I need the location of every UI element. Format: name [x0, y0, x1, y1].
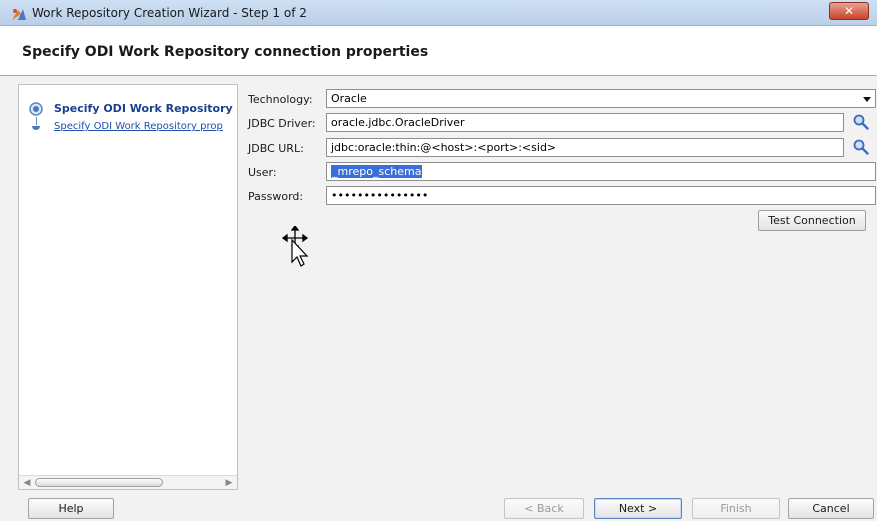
search-icon[interactable] — [852, 138, 870, 156]
jdbc-driver-value: oracle.jdbc.OracleDriver — [331, 116, 465, 129]
page-title: Specify ODI Work Repository connection p… — [22, 44, 429, 60]
back-button[interactable]: < Back — [504, 498, 584, 519]
step-label: Specify ODI Work Repository — [54, 102, 233, 115]
next-button[interactable]: Next > — [594, 498, 682, 519]
jdbc-url-label: JDBC URL: — [248, 142, 304, 155]
chevron-down-icon[interactable] — [863, 97, 871, 102]
step-specify-properties[interactable]: Specify ODI Work Repository prop — [19, 119, 237, 135]
password-value: ••••••••••••••• — [331, 189, 429, 202]
help-button[interactable]: Help — [28, 498, 114, 519]
technology-value: Oracle — [331, 92, 367, 105]
password-field[interactable]: ••••••••••••••• — [326, 186, 876, 205]
user-label: User: — [248, 166, 277, 179]
step-link[interactable]: Specify ODI Work Repository prop — [54, 121, 223, 132]
wizard-header: Specify ODI Work Repository connection p… — [0, 26, 877, 76]
user-field[interactable]: _mrepo_schema — [326, 162, 876, 181]
finish-button[interactable]: Finish — [692, 498, 780, 519]
pending-step-icon — [32, 126, 40, 130]
window-title: Work Repository Creation Wizard - Step 1… — [32, 6, 307, 20]
scroll-left-icon[interactable]: ◀ — [21, 477, 33, 489]
step-specify-connection[interactable]: Specify ODI Work Repository — [19, 101, 237, 117]
wizard-footer: Help < Back Next > Finish Cancel — [0, 490, 877, 521]
test-connection-button[interactable]: Test Connection — [758, 210, 866, 231]
wizard-body: Specify ODI Work Repository Specify ODI … — [0, 76, 877, 490]
technology-dropdown[interactable]: Oracle — [326, 89, 876, 108]
current-step-icon — [29, 102, 43, 116]
steps-horizontal-scrollbar[interactable]: ◀ ▶ — [19, 475, 237, 489]
cancel-button[interactable]: Cancel — [788, 498, 874, 519]
jdbc-driver-field[interactable]: oracle.jdbc.OracleDriver — [326, 113, 844, 132]
scroll-right-icon[interactable]: ▶ — [223, 477, 235, 489]
odi-app-icon — [12, 9, 26, 20]
title-bar: Work Repository Creation Wizard - Step 1… — [0, 0, 877, 26]
jdbc-driver-label: JDBC Driver: — [248, 117, 316, 130]
mouse-cursor-icon — [282, 226, 309, 267]
jdbc-url-field[interactable]: jdbc:oracle:thin:@<host>:<port>:<sid> — [326, 138, 844, 157]
user-value: _mrepo_schema — [331, 165, 423, 178]
close-window-button[interactable]: ✕ — [829, 2, 869, 20]
jdbc-url-value: jdbc:oracle:thin:@<host>:<port>:<sid> — [331, 141, 557, 154]
technology-label: Technology: — [248, 93, 313, 106]
steps-panel: Specify ODI Work Repository Specify ODI … — [18, 84, 238, 490]
password-label: Password: — [248, 190, 304, 203]
scrollbar-thumb[interactable] — [35, 478, 163, 487]
search-icon[interactable] — [852, 113, 870, 131]
